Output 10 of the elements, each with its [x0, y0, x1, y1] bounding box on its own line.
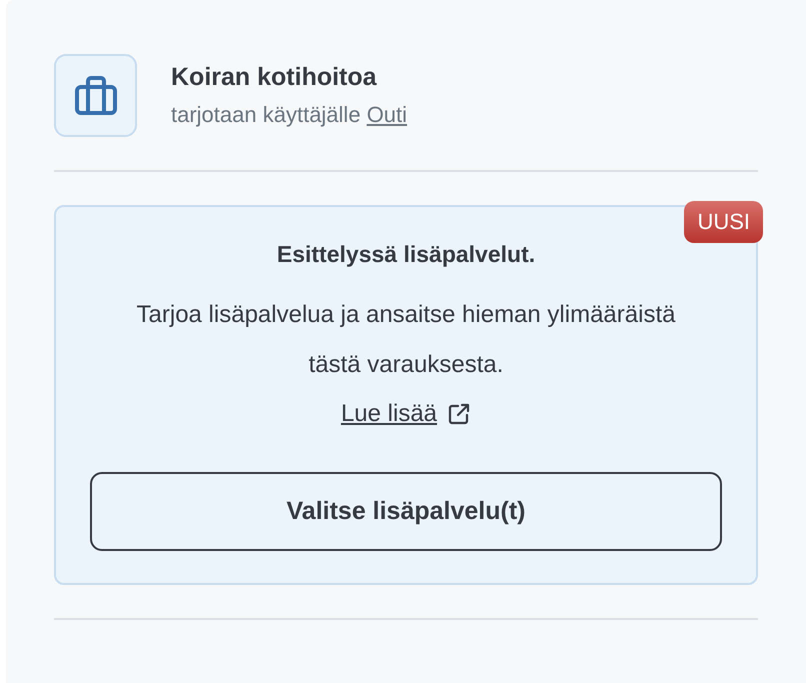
promo-heading: Esittelyssä lisäpalvelut.: [276, 241, 536, 268]
service-title: Koiran kotihoitoa: [171, 63, 378, 92]
new-badge: UUSI: [684, 201, 763, 243]
read-more-link[interactable]: Lue lisää: [340, 400, 472, 428]
user-link[interactable]: Outi: [366, 102, 408, 127]
promo-text: Tarjoa lisäpalvelua ja ansaitse hieman ylimääräistä tästä varauksesta.: [136, 300, 676, 380]
external-link-icon: [447, 402, 472, 426]
briefcase-icon: [74, 76, 118, 116]
service-subtitle: tarjotaan käyttäjälle Outi: [171, 102, 408, 128]
choose-services-button[interactable]: Valitse lisäpalvelu(t): [90, 472, 722, 551]
